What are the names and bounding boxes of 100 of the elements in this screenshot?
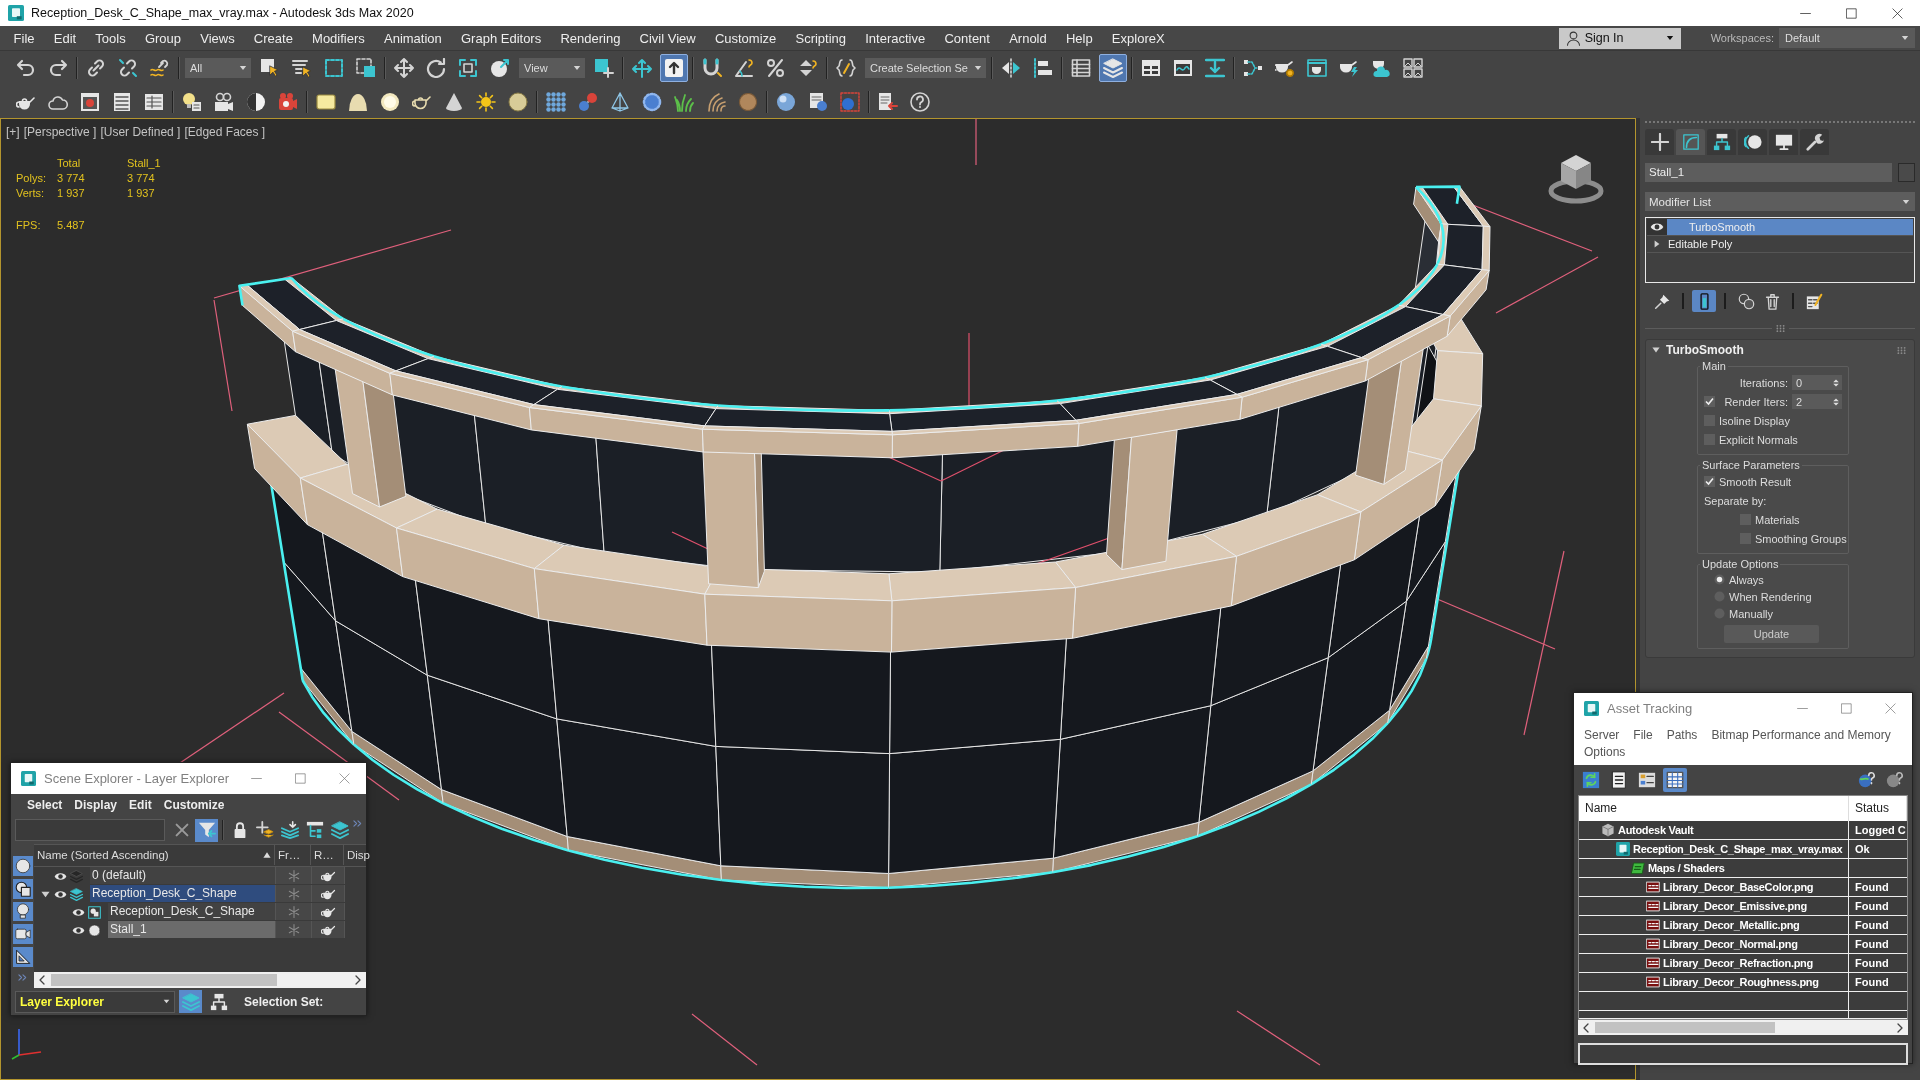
column-header[interactable]: Name (1579, 796, 1849, 821)
grip-icon (1897, 345, 1906, 355)
asset-status: Found (1855, 919, 1889, 931)
menu-item[interactable]: Content (934, 26, 1000, 50)
panel-list-icon (112, 91, 132, 112)
snowflake-icon (287, 887, 300, 900)
menu-item[interactable]: Paths (1666, 728, 1698, 742)
layers-arrow-button[interactable] (278, 818, 301, 842)
scrollbar-thumb[interactable] (51, 974, 277, 986)
filter-button[interactable] (195, 818, 218, 842)
asset-status: Found (1855, 881, 1889, 893)
object-name[interactable]: Stall_1 (108, 921, 275, 938)
asset-name[interactable]: Library_Decor_Normal.png (1663, 938, 1798, 950)
toolbar-dropdown[interactable]: All (185, 58, 251, 78)
command-tab[interactable] (1707, 129, 1736, 155)
menu-item[interactable]: Help (1056, 26, 1103, 50)
toolbar-dropdown[interactable]: Create Selection Se (865, 58, 986, 78)
set-square-button[interactable] (12, 947, 33, 967)
menu-item[interactable]: File (4, 26, 45, 50)
menu-item[interactable]: Group (135, 26, 191, 50)
menu-item[interactable]: Customize (705, 26, 786, 50)
command-tab[interactable] (1800, 129, 1829, 155)
rollout-title[interactable]: TurboSmooth (1666, 343, 1744, 357)
asset-name[interactable]: Library_Decor_Roughness.png (1663, 976, 1819, 988)
menu-item[interactable]: ExploreX (1102, 26, 1175, 50)
asset-name[interactable]: Library_Decor_Emissive.png (1663, 900, 1807, 912)
end-result-button[interactable] (1692, 290, 1716, 312)
layers-button[interactable] (1098, 54, 1127, 82)
menu-item[interactable]: Display (68, 798, 124, 812)
asset-name[interactable]: Maps / Shaders (1648, 862, 1725, 874)
spinner-field[interactable]: 2 (1792, 394, 1842, 409)
radio-label: When Rendering (1729, 590, 1812, 603)
column-header[interactable]: Status (1849, 796, 1907, 821)
object-name-field[interactable]: Stall_1 (1645, 163, 1892, 182)
layer-name[interactable]: Reception_Desk_C_Shape (90, 885, 275, 902)
command-tab[interactable] (1738, 129, 1767, 155)
checkbox[interactable] (1704, 476, 1715, 487)
sign-in-dropdown[interactable]: Sign In (1558, 27, 1681, 49)
menu-item[interactable]: Animation (374, 26, 452, 50)
shapes-button[interactable] (12, 878, 33, 899)
menu-item[interactable]: Edit (123, 798, 158, 812)
menu-item[interactable]: Server (1584, 728, 1620, 742)
column-header[interactable]: R… (311, 845, 344, 865)
scrollbar[interactable] (1578, 1020, 1908, 1035)
object-name[interactable]: Reception_Desk_C_Shape (108, 903, 275, 920)
command-tab[interactable] (1769, 129, 1798, 155)
menu-item[interactable]: Civil View (630, 26, 706, 50)
menu-item[interactable]: Select (21, 798, 69, 812)
viewport-menu-label[interactable]: [User Defined ] (100, 125, 181, 139)
spinner-field[interactable]: 0 (1792, 375, 1842, 390)
command-tab[interactable] (1645, 129, 1674, 155)
scrollbar-thumb[interactable] (1595, 1022, 1775, 1033)
checkbox[interactable] (1704, 396, 1715, 407)
radio-label: Manually (1729, 607, 1774, 620)
workspace-dropdown[interactable]: Default (1779, 28, 1915, 48)
viewport-menu-label[interactable]: [Perspective ] (23, 125, 97, 139)
layer-name[interactable]: 0 (default) (90, 867, 275, 884)
menu-item[interactable]: Customize (157, 798, 231, 812)
menu-item[interactable]: Tools (85, 26, 136, 50)
asset-name[interactable]: Library_Decor_Refraction.png (1663, 957, 1813, 969)
camera-button[interactable] (12, 924, 33, 945)
asset-name[interactable]: Library_Decor_Metallic.png (1663, 919, 1800, 931)
color-swatch[interactable] (1898, 163, 1915, 182)
viewport-menu-label[interactable]: [Edged Faces ] (184, 125, 266, 139)
viewport-menu-label[interactable]: [+] (6, 125, 20, 139)
menu-item[interactable]: Edit (44, 26, 86, 50)
sphere-button[interactable] (12, 856, 33, 876)
layers-button[interactable] (328, 818, 351, 842)
menu-item[interactable]: Rendering (550, 26, 630, 50)
menu-item[interactable]: Bitmap Performance and Memory (1711, 728, 1891, 742)
explorer-mode-dropdown[interactable]: Layer Explorer (15, 990, 175, 1013)
search-field[interactable] (15, 819, 165, 841)
menu-item[interactable]: Modifiers (302, 26, 375, 50)
menu-item[interactable]: Scripting (785, 26, 856, 50)
toolbar-dropdown[interactable]: View (519, 58, 585, 78)
update-button[interactable]: Update (1724, 625, 1819, 643)
scrollbar[interactable] (34, 972, 366, 988)
teapot-gear-icon (1274, 58, 1295, 78)
table-button[interactable] (1663, 768, 1687, 792)
teapot-cloud-icon (1370, 58, 1391, 78)
column-header[interactable]: Fr… (275, 845, 311, 865)
menu-item[interactable]: Options (1584, 745, 1626, 759)
arrow-up-button[interactable] (660, 54, 688, 82)
maximize-icon (294, 773, 306, 784)
modifier-stack-item[interactable]: Editable Poly (1667, 236, 1913, 252)
menu-item[interactable]: Create (244, 26, 303, 50)
fps-label: FPS: (16, 219, 42, 231)
menu-item[interactable]: Arnold (999, 26, 1057, 50)
radio-button[interactable] (1714, 574, 1725, 585)
asset-name[interactable]: Reception_Desk_C_Shape_max_vray.max (1633, 843, 1843, 855)
menu-item[interactable]: Views (190, 26, 245, 50)
menu-item[interactable]: Graph Editors (451, 26, 551, 50)
bulb-button[interactable] (12, 901, 33, 922)
path-field[interactable] (1578, 1043, 1908, 1065)
modifier-list-dropdown[interactable]: Modifier List (1645, 192, 1915, 211)
column-header[interactable]: Name (Sorted Ascending) (34, 845, 275, 865)
pivot-icon (594, 58, 614, 78)
menu-item[interactable]: File (1633, 728, 1653, 742)
menu-item[interactable]: Interactive (855, 26, 935, 50)
asset-name[interactable]: Library_Decor_BaseColor.png (1663, 881, 1814, 893)
